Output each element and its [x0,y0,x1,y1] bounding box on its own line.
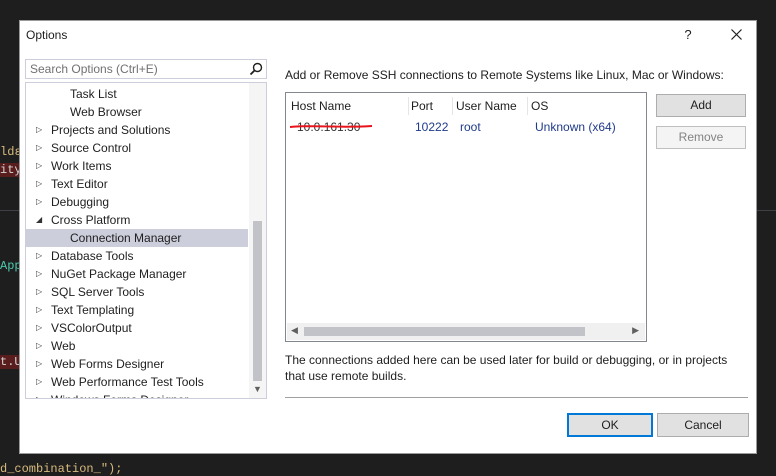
tree-item-label: Text Templating [51,303,135,317]
code-fragment: , [0,115,8,129]
cancel-button[interactable]: Cancel [657,413,749,437]
tree-item-label: Web Performance Test Tools [51,375,204,389]
tree-item[interactable]: ▷ Text Templating [26,301,248,319]
tree-item[interactable]: ▷ Source Control [26,139,248,157]
expand-arrow-icon[interactable]: ▷ [36,283,44,301]
column-header-os[interactable]: OS [531,97,548,115]
tree-item-label: SQL Server Tools [51,285,145,299]
help-button[interactable]: ? [678,25,698,45]
add-button[interactable]: Add [656,94,746,117]
tree-item[interactable]: ▷ Projects and Solutions [26,121,248,139]
tree-item-label: Cross Platform [51,213,131,227]
expand-arrow-icon[interactable]: ▷ [36,139,44,157]
tree-item-label: Source Control [51,141,132,155]
scrollbar-thumb[interactable] [304,327,585,336]
column-divider[interactable] [408,97,409,115]
tree-item-label: Connection Manager [70,231,182,245]
tree-item[interactable]: Web Browser [26,103,248,121]
scroll-left-icon[interactable]: ◀ [291,325,298,336]
tree-item[interactable]: ▷ Windows Forms Designer [26,391,248,398]
row-port: 10222 [415,120,449,134]
panel-description: Add or Remove SSH connections to Remote … [285,68,724,82]
tree-item-label: Web [51,339,76,353]
column-header-port[interactable]: Port [411,97,433,115]
title-bar: Options ? [20,21,756,49]
scroll-right-icon[interactable]: ▶ [632,325,639,336]
expand-arrow-icon[interactable]: ▷ [36,391,44,398]
tree-item[interactable]: Task List [26,85,248,103]
tree-item[interactable]: ◢ Cross Platform [26,211,248,229]
expand-arrow-icon[interactable]: ▷ [36,121,44,139]
editor-divider [757,210,776,211]
scrollbar-thumb[interactable] [253,221,262,381]
collapse-arrow-icon[interactable]: ◢ [36,211,44,229]
expand-arrow-icon[interactable]: ▷ [36,265,44,283]
connection-list[interactable]: Host Name Port User Name OS 10.0.161.30 … [285,92,647,342]
dialog-title: Options [26,28,68,42]
tree-item-label: Work Items [51,159,112,173]
tree-item[interactable]: Connection Manager [26,229,248,247]
tree-item[interactable]: ▷ Web [26,337,248,355]
search-input[interactable] [26,60,250,78]
expand-arrow-icon[interactable]: ▷ [36,373,44,391]
tree-item-label: Web Browser [70,105,142,119]
search-box [25,59,267,79]
tree-item-label: VSColorOutput [51,321,132,335]
tree-item[interactable]: ▷ Web Performance Test Tools [26,373,248,391]
close-icon [731,29,742,40]
tree-item-label: Debugging [51,195,110,209]
tree-item[interactable]: ▷ SQL Server Tools [26,283,248,301]
tree-item[interactable]: ▷ VSColorOutput [26,319,248,337]
tree-item-label: Projects and Solutions [51,123,171,137]
expand-arrow-icon[interactable]: ▷ [36,319,44,337]
options-dialog: Options ? ▷ Windows Forms Designer ▷ Web Pe… [19,20,757,454]
tree-item[interactable]: ▷ Database Tools [26,247,248,265]
search-icon[interactable] [249,62,263,76]
column-header-host[interactable]: Host Name [291,97,351,115]
scroll-down-icon[interactable]: ▼ [253,384,262,394]
divider [285,397,748,398]
expand-arrow-icon[interactable]: ▷ [36,175,44,193]
column-header-user[interactable]: User Name [456,97,517,115]
tree-item[interactable]: ▷ Text Editor [26,175,248,193]
tree-item-label: Task List [70,87,117,101]
list-scrollbar[interactable]: ◀ ▶ [287,323,645,340]
expand-arrow-icon[interactable]: ▷ [36,301,44,319]
expand-arrow-icon[interactable]: ▷ [36,337,44,355]
close-button[interactable] [724,25,750,45]
tree-item[interactable]: ▷ NuGet Package Manager [26,265,248,283]
tree-item-label: Database Tools [51,249,134,263]
tree-scrollbar[interactable]: ▼ [249,83,266,398]
ok-button[interactable]: OK [567,413,653,437]
tree-item-label: Windows Forms Designer [51,391,188,398]
column-divider[interactable] [527,97,528,115]
tree-item-label: Text Editor [51,177,108,191]
tree-item[interactable]: ▷ Work Items [26,157,248,175]
tree-item-label: NuGet Package Manager [51,267,187,281]
tree-item[interactable]: ▷ Web Forms Designer [26,355,248,373]
expand-arrow-icon[interactable]: ▷ [36,355,44,373]
tree-item-label: Web Forms Designer [51,357,165,371]
expand-arrow-icon[interactable]: ▷ [36,193,44,211]
connections-note: The connections added here can be used l… [285,353,728,383]
redaction-mark [290,125,372,128]
expand-arrow-icon[interactable]: ▷ [36,247,44,265]
column-divider[interactable] [452,97,453,115]
editor-divider [0,210,19,211]
row-os: Unknown (x64) [535,120,616,134]
remove-button[interactable]: Remove [656,126,746,149]
tree-item[interactable]: ▷ Debugging [26,193,248,211]
options-tree[interactable]: ▷ Windows Forms Designer ▷ Web Performance … [25,82,267,399]
expand-arrow-icon[interactable]: ▷ [36,157,44,175]
row-user: root [460,120,481,134]
